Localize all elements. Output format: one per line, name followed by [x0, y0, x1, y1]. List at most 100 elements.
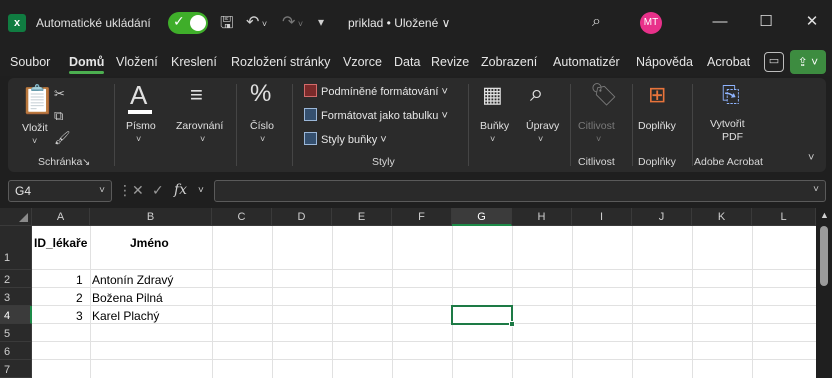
formula-input[interactable]: ˅	[214, 180, 826, 202]
selected-cell-g4[interactable]	[451, 305, 515, 327]
search-icon[interactable]: ⌕	[592, 13, 601, 31]
cut-icon[interactable]: ✂	[54, 86, 65, 102]
tab-kresleni[interactable]: Kreslení	[171, 55, 217, 69]
tab-rozlozeni[interactable]: Rozložení stránky	[231, 55, 330, 69]
create-pdf-label-2[interactable]: PDF	[722, 131, 743, 143]
share-button[interactable]: ⇪ ˅	[790, 50, 826, 74]
cells-button[interactable]: Buňky	[480, 120, 509, 132]
minimize-icon[interactable]: —	[708, 10, 732, 34]
cells-icon[interactable]: ▦	[482, 84, 503, 106]
save-icon[interactable]: 🖫	[220, 12, 234, 39]
row-header-3[interactable]: 3	[0, 288, 32, 306]
chevron-down-icon[interactable]: ˅	[99, 181, 105, 201]
format-as-table-button[interactable]: Formátovat jako tabulku ˅	[304, 108, 448, 122]
column-header-b[interactable]: B	[90, 208, 212, 226]
cell-area[interactable]: ID_lékaře Jméno 1 Antonín Zdravý 2 Božen…	[32, 226, 816, 378]
font-button[interactable]: Písmo	[126, 120, 156, 132]
copy-icon[interactable]: ⧉	[54, 108, 63, 124]
format-painter-icon[interactable]: 🖌	[54, 130, 71, 146]
font-icon[interactable]: A	[130, 82, 147, 108]
maximize-icon[interactable]: ☐	[754, 10, 778, 34]
cell-b4[interactable]: Karel Plachý	[92, 309, 159, 323]
autosave-toggle[interactable]: ✓	[168, 12, 208, 34]
column-header-f[interactable]: F	[392, 208, 452, 226]
add-ins-button[interactable]: Doplňky	[638, 120, 676, 132]
column-header-d[interactable]: D	[272, 208, 332, 226]
scrollbar-thumb[interactable]	[820, 226, 828, 286]
column-header-l[interactable]: L	[752, 208, 816, 226]
editing-button[interactable]: Úpravy	[526, 120, 559, 132]
name-box[interactable]: G4 ˅	[8, 180, 112, 202]
column-header-c[interactable]: C	[212, 208, 272, 226]
customize-icon[interactable]: ▾	[318, 15, 324, 29]
conditional-formatting-button[interactable]: Podmíněné formátování ˅	[304, 84, 448, 98]
cancel-icon[interactable]: ✕	[132, 182, 144, 199]
chevron-down-icon[interactable]: ˅	[32, 136, 37, 146]
tab-domu[interactable]: Domů	[69, 55, 105, 74]
number-button[interactable]: Číslo	[250, 120, 274, 132]
fill-handle[interactable]	[509, 321, 515, 327]
toggle-knob	[190, 15, 206, 31]
chevron-down-icon[interactable]: ˅	[260, 134, 265, 144]
cell-a2[interactable]: 1	[76, 273, 83, 287]
chevron-down-icon[interactable]: ˅	[200, 134, 205, 144]
tab-soubor[interactable]: Soubor	[10, 55, 50, 69]
tab-revize[interactable]: Revize	[431, 55, 469, 69]
tab-acrobat[interactable]: Acrobat	[707, 55, 750, 69]
chevron-down-icon[interactable]: ˅	[198, 185, 204, 196]
alignment-button[interactable]: Zarovnání	[176, 120, 223, 132]
cell-b3[interactable]: Božena Pilná	[92, 291, 163, 305]
cell-b1[interactable]: Jméno	[130, 236, 169, 250]
scroll-up-icon[interactable]: ▲	[820, 210, 829, 220]
vertical-scrollbar[interactable]: ▲	[816, 208, 832, 378]
collapse-ribbon-icon[interactable]: ˅	[808, 152, 814, 164]
more-icon[interactable]: ⋮	[118, 182, 132, 199]
column-header-g[interactable]: G	[452, 208, 512, 226]
align-icon[interactable]: ≡	[190, 84, 203, 106]
cell-a3[interactable]: 2	[76, 291, 83, 305]
expand-formula-icon[interactable]: ˅	[813, 184, 819, 195]
cell-a4[interactable]: 3	[76, 309, 83, 323]
paste-icon[interactable]: 📋	[20, 86, 55, 114]
cell-a1[interactable]: ID_lékaře	[34, 236, 87, 250]
comment-icon[interactable]: ▭	[764, 52, 784, 72]
tab-zobrazeni[interactable]: Zobrazení	[481, 55, 537, 69]
tab-vzorce[interactable]: Vzorce	[343, 55, 382, 69]
close-icon[interactable]: ✕	[800, 10, 824, 34]
avatar[interactable]: MT	[640, 12, 662, 34]
magnifier-icon[interactable]: ⌕	[530, 82, 543, 106]
row-header-6[interactable]: 6	[0, 342, 32, 360]
column-header-h[interactable]: H	[512, 208, 572, 226]
column-header-a[interactable]: A	[32, 208, 90, 226]
row-header-7[interactable]: 7	[0, 360, 32, 378]
select-all-button[interactable]	[0, 208, 32, 226]
column-header-i[interactable]: I	[572, 208, 632, 226]
row-header-4[interactable]: 4	[0, 306, 32, 324]
row-header-5[interactable]: 5	[0, 324, 32, 342]
tab-automatizer[interactable]: Automatizér	[553, 55, 620, 69]
percent-icon[interactable]: %	[250, 82, 271, 106]
tab-data[interactable]: Data	[394, 55, 420, 69]
row-header-2[interactable]: 2	[0, 270, 32, 288]
row-header-1[interactable]: 1	[0, 226, 32, 270]
file-name[interactable]: priklad • Uložené ∨	[348, 16, 450, 30]
undo-icon[interactable]: ↶ ˅	[246, 12, 267, 32]
tab-napoveda[interactable]: Nápověda	[636, 55, 693, 69]
insert-function-icon[interactable]: fx	[174, 182, 187, 198]
create-pdf-label-1[interactable]: Vytvořit	[710, 118, 745, 130]
cell-styles-button[interactable]: Styly buňky ˅	[304, 132, 387, 146]
create-pdf-icon[interactable]: ⎘	[722, 84, 740, 106]
chevron-down-icon[interactable]: ˅	[538, 134, 543, 144]
add-ins-icon[interactable]: ⊞	[648, 84, 666, 106]
dialog-launcher-icon[interactable]: ↘	[82, 157, 90, 168]
cell-b2[interactable]: Antonín Zdravý	[92, 273, 173, 287]
chevron-down-icon[interactable]: ˅	[490, 134, 495, 144]
column-header-e[interactable]: E	[332, 208, 392, 226]
column-header-k[interactable]: K	[692, 208, 752, 226]
enter-icon[interactable]: ✓	[152, 182, 164, 199]
chevron-down-icon[interactable]: ˅	[136, 134, 141, 144]
tab-vlozeni[interactable]: Vložení	[116, 55, 158, 69]
paste-button[interactable]: Vložit	[22, 122, 48, 134]
column-header-j[interactable]: J	[632, 208, 692, 226]
redo-icon[interactable]: ↷ ˅	[282, 12, 303, 32]
